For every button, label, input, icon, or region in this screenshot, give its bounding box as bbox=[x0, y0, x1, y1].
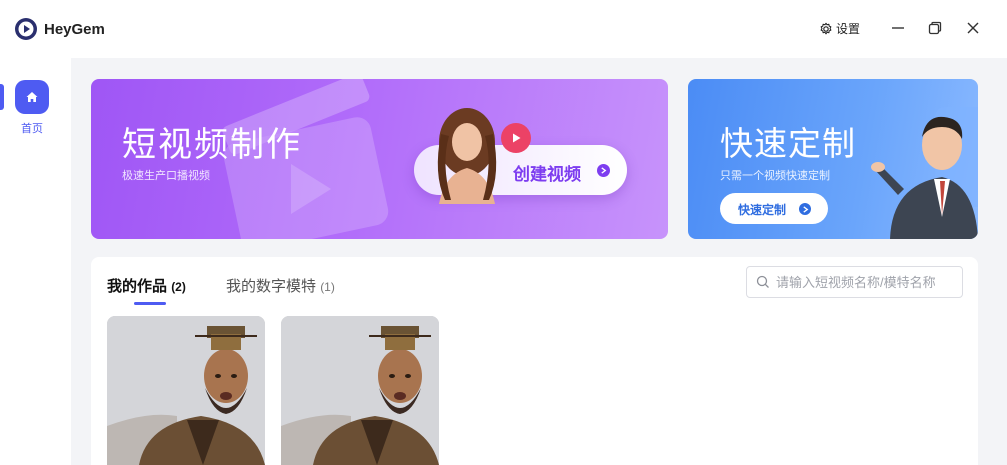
presenter-avatar-image bbox=[437, 108, 497, 204]
tab-my-works[interactable]: 我的作品 (2) bbox=[107, 275, 186, 296]
video-card[interactable] bbox=[281, 316, 439, 465]
video-thumbnail bbox=[281, 316, 439, 465]
search-icon bbox=[756, 275, 769, 288]
settings-button[interactable]: 设置 bbox=[819, 20, 860, 37]
logo-icon bbox=[15, 18, 37, 40]
minimize-icon bbox=[892, 27, 904, 29]
sidebar: 首页 bbox=[0, 58, 71, 465]
quick-custom-banner: 快速定制 只需一个视频快速定制 快速定制 bbox=[688, 79, 978, 239]
restore-icon bbox=[928, 21, 942, 35]
title-bar: HeyGem 设置 bbox=[0, 0, 1007, 58]
active-tab-indicator bbox=[134, 302, 166, 305]
arrow-right-icon bbox=[597, 164, 610, 177]
close-icon bbox=[967, 22, 979, 34]
search-input[interactable] bbox=[776, 274, 962, 290]
app-logo: HeyGem bbox=[14, 17, 105, 41]
gear-icon bbox=[820, 22, 832, 34]
works-panel: 我的作品 (2) 我的数字模特 (1) bbox=[91, 257, 978, 465]
arrow-right-icon bbox=[799, 203, 811, 215]
create-video-banner: 短视频制作 极速生产口播视频 创建视频 bbox=[91, 79, 668, 239]
banner-subtitle: 极速生产口播视频 bbox=[122, 170, 210, 182]
quick-custom-button[interactable]: 快速定制 bbox=[720, 193, 828, 224]
play-icon bbox=[501, 123, 531, 153]
settings-label: 设置 bbox=[836, 22, 861, 36]
video-thumbnail bbox=[107, 316, 265, 465]
banner-title: 快速定制 bbox=[720, 125, 856, 162]
businessman-avatar-image bbox=[871, 107, 978, 239]
restore-button[interactable] bbox=[925, 18, 945, 38]
tab-label: 我的数字模特 bbox=[226, 278, 317, 295]
sidebar-item-label[interactable]: 首页 bbox=[0, 120, 64, 136]
home-icon bbox=[26, 92, 38, 102]
minimize-button[interactable] bbox=[888, 18, 908, 38]
create-video-label: 创建视频 bbox=[513, 165, 581, 184]
video-card[interactable] bbox=[107, 316, 265, 465]
tab-count: (1) bbox=[320, 280, 335, 294]
app-name: HeyGem bbox=[44, 20, 105, 38]
tab-label: 我的作品 bbox=[107, 278, 168, 295]
close-button[interactable] bbox=[963, 18, 983, 38]
tab-count: (2) bbox=[171, 280, 186, 294]
quick-custom-label: 快速定制 bbox=[738, 203, 787, 217]
tab-my-models[interactable]: 我的数字模特 (1) bbox=[226, 275, 335, 296]
search-box bbox=[746, 266, 963, 298]
banner-title: 短视频制作 bbox=[122, 126, 302, 164]
banner-subtitle: 只需一个视频快速定制 bbox=[720, 170, 830, 182]
active-indicator bbox=[0, 84, 4, 110]
sidebar-item-home[interactable] bbox=[15, 80, 49, 114]
